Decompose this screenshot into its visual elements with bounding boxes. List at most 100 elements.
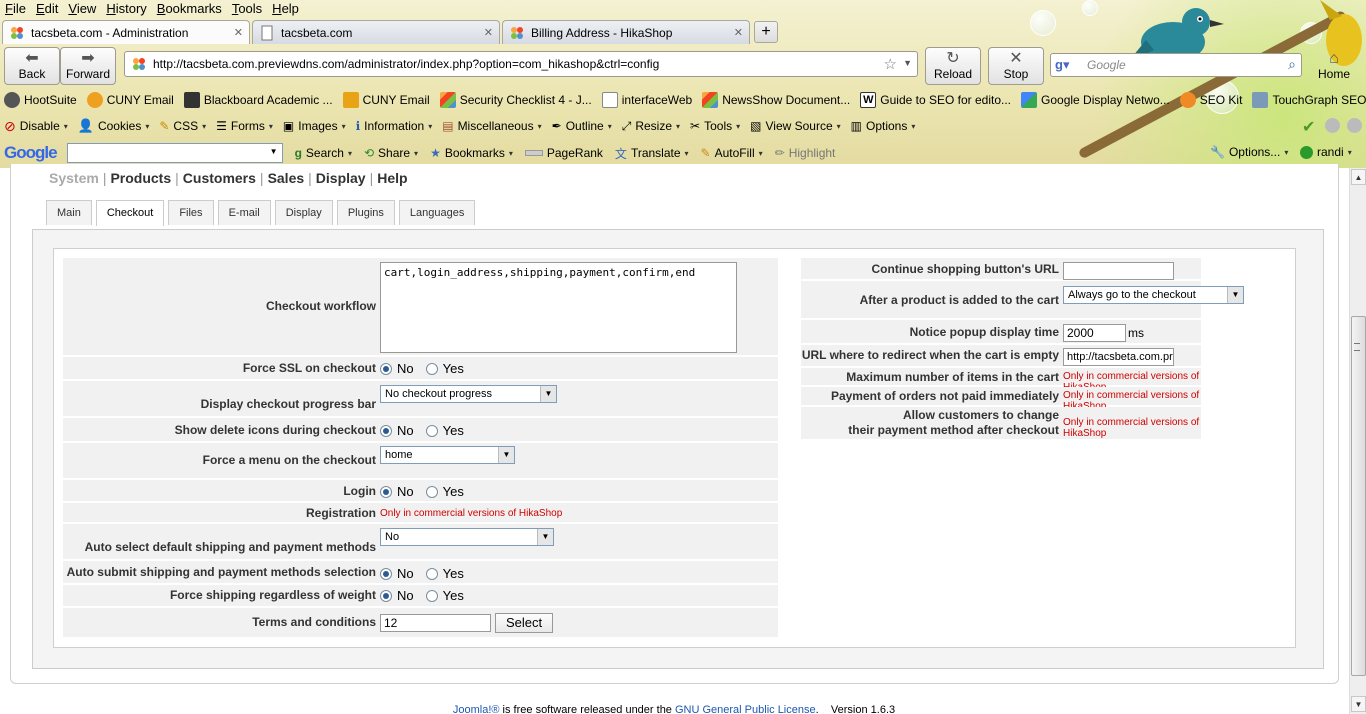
bookmark-cuny-email[interactable]: CUNY Email [86,92,174,108]
bookmark-seo-guide[interactable]: W Guide to SEO for edito... [860,92,1011,108]
redirect-empty-input[interactable]: http://tacsbeta.com.previewdns.com [1063,348,1174,366]
check-icon[interactable]: ✔ [1302,117,1315,137]
bookmark-interfaceweb[interactable]: interfaceWeb [601,92,692,108]
dev-disable[interactable]: ⊘ Disable ▾ [4,118,68,135]
tab-email[interactable]: E-mail [217,200,271,225]
google-options-button[interactable]: 🔧 Options... ▾ [1210,145,1288,159]
home-button[interactable]: ⌂ Home [1308,47,1360,85]
menu-customers[interactable]: Customers [183,170,256,186]
bookmark-security-checklist[interactable]: Security Checklist 4 - J... [439,92,592,108]
menu-view[interactable]: View [63,1,101,17]
tab-display[interactable]: Display [274,200,333,225]
menu-history[interactable]: History [101,1,151,17]
dev-outline[interactable]: ✒ Outline ▾ [552,119,612,133]
scrollbar-thumb[interactable] [1351,316,1366,676]
menu-sales[interactable]: Sales [268,170,305,186]
google-pagerank[interactable]: PageRank [524,146,603,160]
bookmark-hootsuite[interactable]: HootSuite [4,92,77,108]
close-tab-icon[interactable]: ✕ [734,26,743,39]
after-add-select[interactable]: Always go to the checkout ▼ [1063,286,1244,304]
dev-information[interactable]: ℹ Information ▾ [356,119,433,133]
dev-forms[interactable]: ☰ Forms ▾ [216,119,273,133]
popup-time-input[interactable]: 2000 [1063,324,1126,342]
google-share-button[interactable]: ⟲ Share ▾ [364,146,418,160]
tab-billing-address[interactable]: Billing Address - HikaShop ✕ [502,20,750,44]
tab-administration[interactable]: tacsbeta.com - Administration ✕ [2,20,250,44]
forward-button[interactable]: ➡ Forward [60,47,116,85]
gpl-link[interactable]: GNU General Public License [675,704,816,714]
menu-system[interactable]: System [49,170,99,186]
menu-help[interactable]: Help [377,170,407,186]
scroll-up-icon[interactable]: ▲ [1351,169,1366,185]
bookmark-cuny-email-2[interactable]: CUNY Email [342,92,430,108]
auto-submit-no[interactable]: No [380,566,414,581]
reload-button[interactable]: ↻ Reload [925,47,981,85]
delete-icons-no[interactable]: No [380,423,414,438]
dev-cookies[interactable]: 👤 Cookies ▾ [78,118,150,134]
new-tab-button[interactable]: + [754,21,778,43]
force-menu-select[interactable]: home ▼ [380,446,515,464]
search-icon[interactable]: ⌕ [1288,56,1296,73]
menu-help[interactable]: Help [267,1,304,17]
menu-tools[interactable]: Tools [227,1,267,17]
delete-icons-yes[interactable]: Yes [425,423,464,438]
google-autofill-button[interactable]: ✎ AutoFill ▾ [701,146,763,160]
google-highlight-button[interactable]: ✏ Highlight [775,146,836,160]
joomla-link[interactable]: Joomla!® [453,704,500,714]
bookmark-blackboard[interactable]: Blackboard Academic ... [183,92,333,108]
bookmark-google-display[interactable]: Google Display Netwo... [1021,92,1170,108]
progress-bar-select[interactable]: No checkout progress ▼ [380,385,557,403]
google-bookmarks-button[interactable]: ★ Bookmarks ▾ [430,146,513,160]
force-ssl-no[interactable]: No [380,361,414,376]
google-search-input[interactable]: ▼ [66,143,283,163]
tab-checkout[interactable]: Checkout [95,200,165,226]
auto-select-select[interactable]: No ▼ [380,528,554,546]
bookmark-seo-kit[interactable]: SEO Kit [1179,92,1242,108]
login-yes[interactable]: Yes [425,484,464,499]
google-search-button[interactable]: g Search ▾ [295,146,352,160]
chevron-down-icon[interactable]: ▼ [270,147,278,156]
auto-submit-yes[interactable]: Yes [425,566,464,581]
google-account-button[interactable]: randi ▾ [1300,145,1352,159]
force-shipping-yes[interactable]: Yes [425,588,464,603]
menu-display[interactable]: Display [316,170,366,186]
bookmark-touchgraph[interactable]: TouchGraph SEO [1252,92,1366,108]
dev-css[interactable]: ✎ CSS ▾ [159,119,206,133]
tab-files[interactable]: Files [168,200,214,225]
status-dot-icon[interactable] [1347,118,1362,133]
stop-button[interactable]: ✕ Stop [988,47,1044,85]
dev-miscellaneous[interactable]: ▤ Miscellaneous ▾ [442,119,541,133]
tab-languages[interactable]: Languages [398,200,476,225]
bookmark-star-icon[interactable]: ☆ [884,55,897,73]
search-input[interactable]: g▾ Google ⌕ [1050,53,1302,77]
tab-main[interactable]: Main [46,200,92,225]
menu-products[interactable]: Products [110,170,171,186]
force-ssl-yes[interactable]: Yes [425,361,464,376]
google-translate-button[interactable]: 文 Translate ▾ [615,145,689,162]
continue-url-input[interactable] [1063,262,1174,280]
menu-bookmarks[interactable]: Bookmarks [152,1,227,17]
checkout-workflow-textarea[interactable]: cart,login_address,shipping,payment,conf… [380,262,737,353]
chevron-down-icon[interactable]: ▼ [903,58,912,68]
page-scrollbar[interactable]: ▲ ▼ [1349,168,1366,714]
dev-view-source[interactable]: ▧ View Source ▾ [750,119,841,133]
force-shipping-no[interactable]: No [380,588,414,603]
close-tab-icon[interactable]: ✕ [234,26,243,39]
dev-tools[interactable]: ✂ Tools ▾ [690,119,740,133]
back-button[interactable]: ⬅ Back [4,47,60,85]
close-tab-icon[interactable]: ✕ [484,26,493,39]
status-dot-icon[interactable] [1325,118,1340,133]
terms-input[interactable]: 12 [380,614,491,632]
menu-edit[interactable]: Edit [31,1,63,17]
address-bar[interactable]: http://tacsbeta.com.previewdns.com/admin… [124,51,918,77]
bookmark-newsshow[interactable]: NewsShow Document... [702,92,850,108]
tab-plugins[interactable]: Plugins [336,200,395,225]
tab-tacsbeta[interactable]: tacsbeta.com ✕ [252,20,500,44]
login-no[interactable]: No [380,484,414,499]
terms-select-button[interactable]: Select [495,613,554,633]
dev-images[interactable]: ▣ Images ▾ [283,119,346,133]
dev-resize[interactable]: ⤢ Resize ▾ [622,119,680,134]
menu-file[interactable]: File [0,1,31,17]
scroll-down-icon[interactable]: ▼ [1351,696,1366,712]
dev-options[interactable]: ▥ Options ▾ [851,119,916,133]
